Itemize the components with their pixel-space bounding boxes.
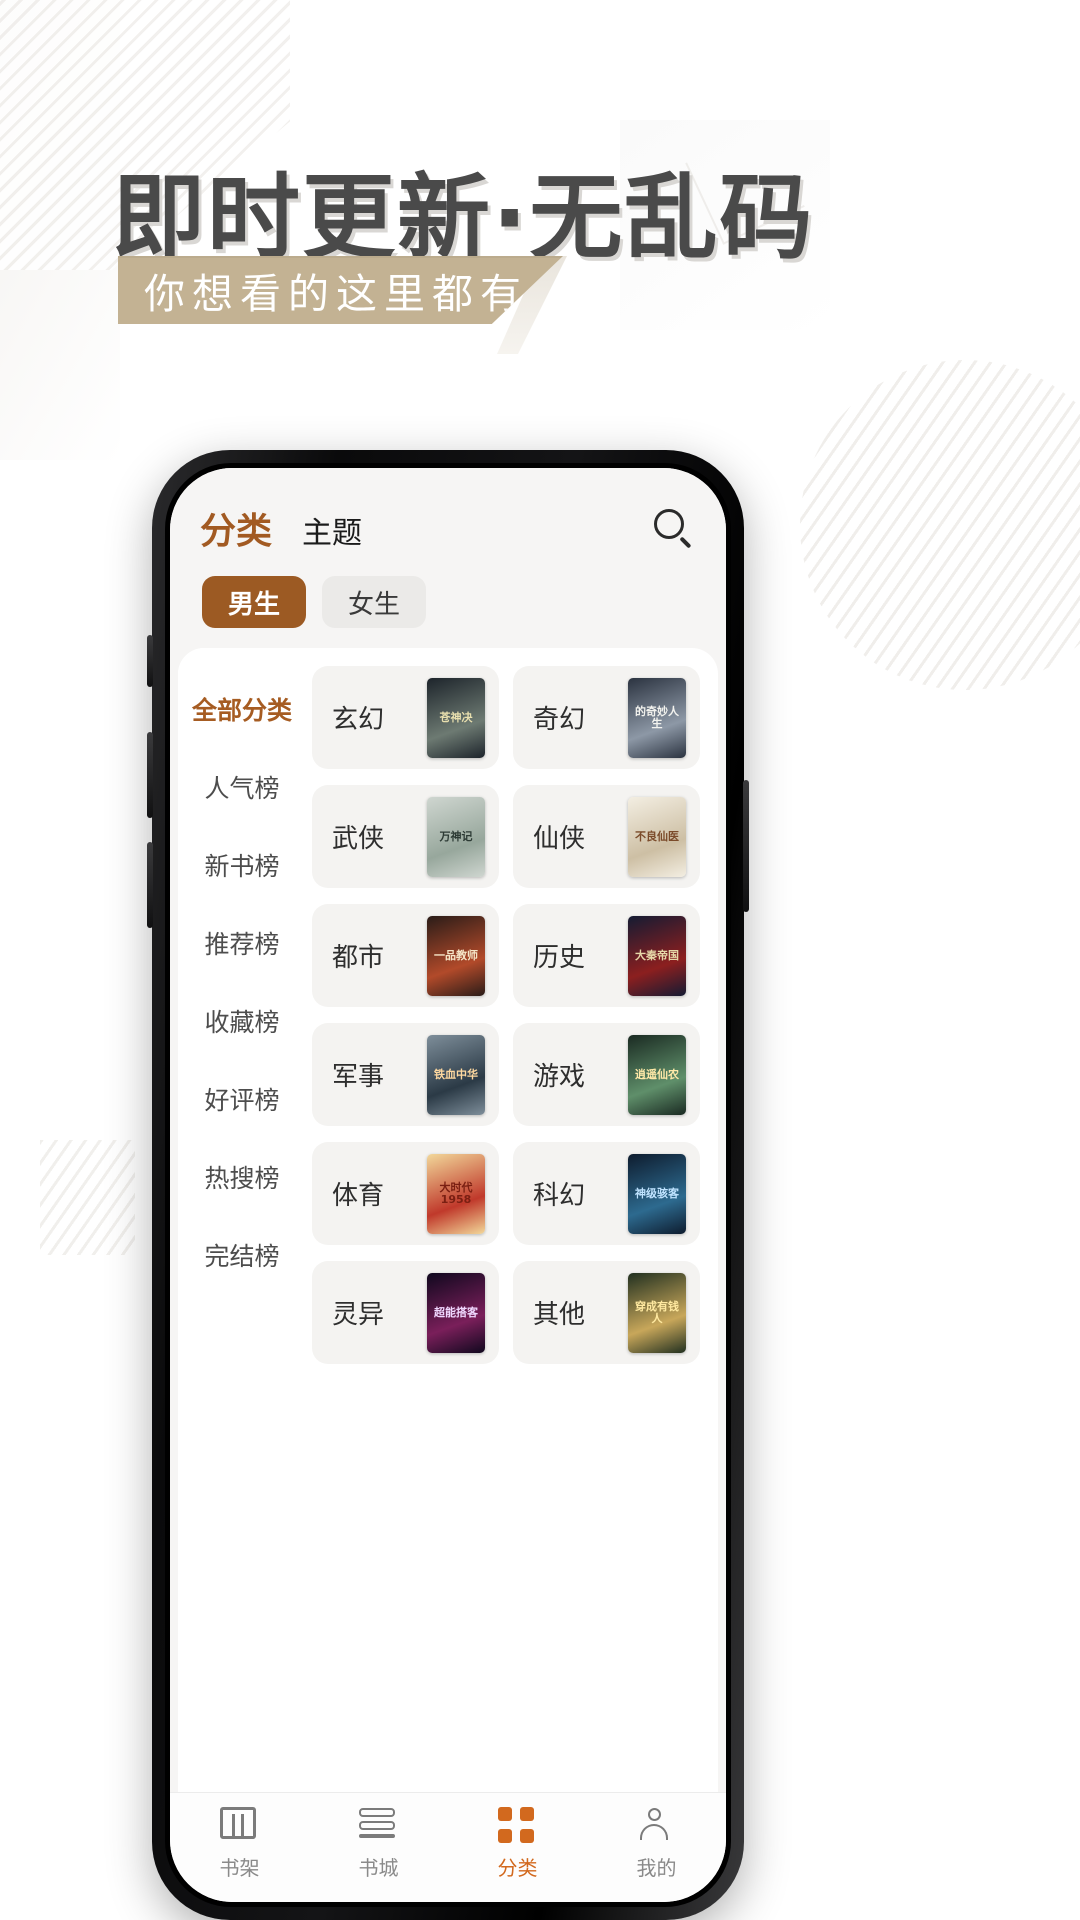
- book-cover-title: 大秦帝国: [635, 948, 679, 962]
- person-icon: [637, 1807, 677, 1845]
- book-cover-title: 不良仙医: [635, 829, 679, 843]
- category-label: 玄幻: [332, 705, 385, 735]
- book-cover-thumbnail: 神级骇客: [628, 1153, 686, 1234]
- content-area: 全部分类 人气榜 新书榜 推荐榜 收藏榜 好评榜 热搜榜 完结榜 玄幻 苍神决 奇幻…: [178, 648, 718, 1792]
- bg-stripes-circle: [800, 360, 1080, 690]
- book-cover-title: 万神记: [439, 829, 473, 843]
- category-card[interactable]: 灵异 超能搭客: [312, 1261, 499, 1364]
- bg-stripes-square: [40, 1140, 135, 1255]
- pill-female[interactable]: 女生: [322, 576, 426, 628]
- header-tabs: 分类 主题: [200, 502, 650, 554]
- tabbar-label-store: 书城: [358, 1856, 399, 1880]
- sidebar-item-favorite[interactable]: 收藏榜: [178, 982, 306, 1060]
- book-cover-thumbnail: 穿成有钱人: [628, 1272, 686, 1353]
- sidebar-item-new[interactable]: 新书榜: [178, 826, 306, 904]
- sidebar-item-rated[interactable]: 好评榜: [178, 1060, 306, 1138]
- hero-subtitle-text: 你想看的这里都有: [144, 271, 528, 317]
- book-cover-title: 大时代1958: [439, 1180, 473, 1206]
- book-cover-thumbnail: 大秦帝国: [628, 915, 686, 996]
- book-cover-title: 神级骇客: [635, 1186, 679, 1200]
- sidebar-item-recommend[interactable]: 推荐榜: [178, 904, 306, 982]
- tabbar-item-shelf[interactable]: 书架: [170, 1807, 309, 1881]
- pill-male[interactable]: 男生: [202, 576, 306, 628]
- tab-theme[interactable]: 主题: [302, 508, 362, 552]
- category-label: 历史: [533, 943, 586, 973]
- sidebar-item-hotsearch[interactable]: 热搜榜: [178, 1138, 306, 1216]
- category-grid: 玄幻 苍神决 奇幻 的奇妙人生武侠 万神记 仙侠 不良仙医都市 一品教师 历史 大秦帝国军事 铁血中…: [306, 648, 718, 1792]
- tabbar-label-me: 我的: [636, 1856, 677, 1880]
- phone-bezel: 分类 主题 男生 女生 全部分类 人气榜 新书榜 推荐榜 收藏榜 好评榜 热搜榜…: [165, 463, 731, 1907]
- book-cover-thumbnail: 不良仙医: [628, 796, 686, 877]
- category-label: 武侠: [332, 824, 385, 854]
- book-cover-thumbnail: 的奇妙人生: [628, 677, 686, 758]
- category-card[interactable]: 奇幻 的奇妙人生: [513, 666, 700, 769]
- book-cover-title: 铁血中华: [434, 1067, 478, 1081]
- tabbar-label-shelf: 书架: [219, 1856, 260, 1880]
- sidebar-item-all[interactable]: 全部分类: [178, 670, 306, 748]
- app-header: 分类 主题: [170, 468, 726, 554]
- book-cover-title: 超能搭客: [434, 1305, 478, 1319]
- app-screen: 分类 主题 男生 女生 全部分类 人气榜 新书榜 推荐榜 收藏榜 好评榜 热搜榜…: [170, 468, 726, 1902]
- category-label: 军事: [332, 1062, 385, 1092]
- bookstore-icon: [358, 1807, 399, 1845]
- phone-button-mute: [147, 635, 153, 687]
- category-card[interactable]: 体育 大时代1958: [312, 1142, 499, 1245]
- category-card[interactable]: 都市 一品教师: [312, 904, 499, 1007]
- category-card[interactable]: 军事 铁血中华: [312, 1023, 499, 1126]
- category-card[interactable]: 玄幻 苍神决: [312, 666, 499, 769]
- phone-mockup: 分类 主题 男生 女生 全部分类 人气榜 新书榜 推荐榜 收藏榜 好评榜 热搜榜…: [147, 450, 749, 1920]
- category-label: 奇幻: [533, 705, 586, 735]
- book-cover-thumbnail: 一品教师: [427, 915, 485, 996]
- tabbar-item-store[interactable]: 书城: [309, 1807, 448, 1881]
- tabbar-item-category[interactable]: 分类: [448, 1807, 587, 1881]
- book-cover-title: 苍神决: [439, 710, 473, 724]
- tabbar-item-me[interactable]: 我的: [587, 1807, 726, 1881]
- tabbar-label-category: 分类: [497, 1856, 538, 1880]
- category-card[interactable]: 其他 穿成有钱人: [513, 1261, 700, 1364]
- book-cover-thumbnail: 万神记: [427, 796, 485, 877]
- phone-button-power: [743, 780, 749, 912]
- bookshelf-icon: [219, 1807, 260, 1845]
- category-card[interactable]: 仙侠 不良仙医: [513, 785, 700, 888]
- book-cover-title: 逍遥仙农: [635, 1067, 679, 1081]
- category-grid-icon: [497, 1807, 538, 1845]
- tab-category[interactable]: 分类: [200, 502, 272, 554]
- search-icon[interactable]: [650, 505, 696, 551]
- category-card[interactable]: 游戏 逍遥仙农: [513, 1023, 700, 1126]
- book-cover-thumbnail: 大时代1958: [427, 1153, 485, 1234]
- gender-filter: 男生 女生: [170, 554, 726, 648]
- category-label: 仙侠: [533, 824, 586, 854]
- book-cover-thumbnail: 铁血中华: [427, 1034, 485, 1115]
- category-label: 游戏: [533, 1062, 586, 1092]
- book-cover-title: 一品教师: [434, 948, 478, 962]
- hero-subtitle-banner: 你想看的这里都有: [118, 256, 563, 324]
- book-cover-thumbnail: 苍神决: [427, 677, 485, 758]
- book-cover-title: 穿成有钱人: [635, 1299, 679, 1325]
- sidebar-nav: 全部分类 人气榜 新书榜 推荐榜 收藏榜 好评榜 热搜榜 完结榜: [178, 648, 306, 1792]
- category-label: 灵异: [332, 1300, 385, 1330]
- sidebar-item-popular[interactable]: 人气榜: [178, 748, 306, 826]
- category-label: 科幻: [533, 1181, 586, 1211]
- bottom-tabbar: 书架 书城 分类 我的: [170, 1792, 726, 1902]
- phone-button-volume-down: [147, 842, 153, 928]
- category-card[interactable]: 武侠 万神记: [312, 785, 499, 888]
- book-cover-thumbnail: 超能搭客: [427, 1272, 485, 1353]
- category-card[interactable]: 科幻 神级骇客: [513, 1142, 700, 1245]
- category-label: 其他: [533, 1300, 586, 1330]
- category-card[interactable]: 历史 大秦帝国: [513, 904, 700, 1007]
- category-label: 体育: [332, 1181, 385, 1211]
- book-cover-title: 的奇妙人生: [635, 704, 679, 730]
- category-label: 都市: [332, 943, 385, 973]
- book-cover-thumbnail: 逍遥仙农: [628, 1034, 686, 1115]
- phone-button-volume-up: [147, 732, 153, 818]
- sidebar-item-completed[interactable]: 完结榜: [178, 1216, 306, 1294]
